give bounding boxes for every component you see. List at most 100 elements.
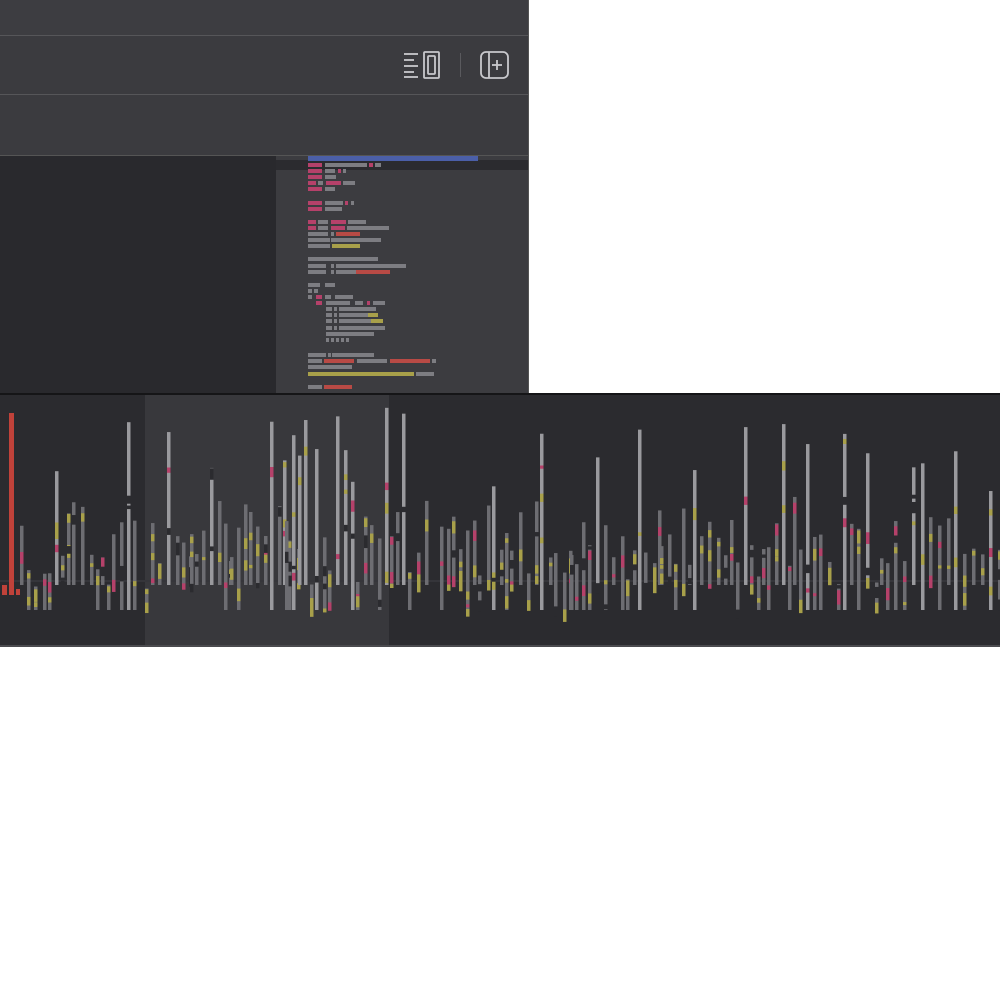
minimap-code-segment — [368, 313, 378, 317]
timeline-mark — [385, 482, 389, 491]
minimap-code-segment — [348, 220, 366, 224]
timeline-mark — [440, 561, 444, 566]
timeline-mark — [176, 542, 180, 556]
timeline-mark — [730, 547, 734, 553]
timeline-mark — [535, 565, 539, 574]
timeline-mark — [364, 535, 368, 549]
editor-area[interactable] — [0, 156, 276, 393]
timeline-mark — [843, 438, 847, 444]
timeline-mark — [972, 550, 976, 556]
minimap-code-segment — [308, 226, 316, 230]
timeline-bar — [315, 449, 319, 610]
timeline-bar — [921, 463, 925, 610]
timeline-mark — [886, 588, 890, 601]
timeline-mark — [843, 518, 847, 528]
timeline-mark — [875, 602, 879, 614]
timeline-mark — [604, 604, 608, 610]
minimap-code-segment — [308, 365, 352, 369]
add-editor-button[interactable] — [478, 50, 518, 82]
timeline-mark — [27, 596, 31, 606]
minimap-code-segment — [432, 359, 436, 363]
timeline-mark — [762, 554, 766, 558]
timeline-mark — [929, 575, 933, 589]
timeline-bar — [604, 525, 608, 610]
timeline-mark — [588, 546, 592, 550]
minimap-code-segment — [390, 359, 430, 363]
timeline-mark — [278, 507, 282, 517]
timeline-mark — [750, 584, 754, 595]
minimap-code-segment — [339, 319, 375, 323]
timeline-mark — [843, 496, 847, 505]
inspector-layout-icon — [404, 51, 440, 79]
timeline-mark — [963, 593, 967, 606]
timeline-mark — [244, 560, 248, 571]
timeline-mark — [195, 561, 199, 567]
timeline-mark — [127, 505, 131, 510]
minimap-code-segment — [367, 301, 370, 305]
timeline-bar — [16, 589, 20, 595]
timeline-bar — [757, 576, 761, 610]
minimap-code-segment — [356, 270, 390, 274]
timeline-mark — [903, 576, 907, 583]
timeline-mark — [473, 565, 477, 578]
timeline-bar — [644, 552, 648, 585]
timeline-bar — [90, 554, 94, 585]
timeline-mark — [288, 561, 292, 572]
timeline-mark — [158, 563, 162, 575]
minimap-code-segment — [326, 338, 329, 342]
minimap[interactable] — [276, 156, 528, 393]
timeline-mark — [417, 574, 421, 587]
timeline-mark — [72, 515, 76, 525]
timeline-mark — [145, 589, 149, 595]
timeline-bar — [947, 518, 951, 585]
timeline-bar — [762, 549, 766, 585]
tab-bar — [0, 95, 528, 156]
timeline-bar — [278, 506, 282, 585]
timeline-mark — [396, 533, 400, 542]
timeline-mark — [344, 524, 348, 532]
minimap-code-segment — [338, 169, 341, 173]
minimap-code-segment — [334, 313, 337, 317]
timeline-mark — [660, 573, 664, 584]
timeline-bar — [292, 435, 296, 610]
timeline-bar — [621, 536, 625, 610]
minimap-code-segment — [331, 220, 346, 224]
activity-timeline[interactable] — [0, 393, 1000, 647]
timeline-mark — [660, 558, 664, 565]
timeline-mark — [954, 506, 958, 514]
timeline-mark — [575, 596, 579, 601]
timeline-mark — [767, 585, 771, 590]
timeline-mark — [230, 568, 234, 580]
timeline-mark — [466, 591, 470, 600]
minimap-code-segment — [336, 338, 339, 342]
toggle-inspector-button[interactable] — [400, 50, 440, 82]
minimap-code-segment — [326, 307, 332, 311]
timeline-mark — [793, 502, 797, 514]
minimap-code-segment — [308, 163, 322, 167]
timeline-mark — [921, 554, 925, 565]
timeline-bar — [9, 413, 14, 595]
timeline-mark — [500, 568, 504, 577]
timeline-mark — [55, 527, 59, 539]
minimap-code-segment — [357, 359, 387, 363]
timeline-mark — [674, 579, 678, 588]
timeline-mark — [866, 532, 870, 544]
timeline-mark — [903, 602, 907, 606]
minimap-code-segment — [308, 169, 322, 173]
timeline-mark — [466, 604, 470, 608]
timeline-mark — [20, 552, 24, 564]
timeline-mark — [912, 494, 916, 499]
timeline-mark — [510, 583, 514, 592]
timeline-bar — [127, 422, 131, 610]
minimap-code-segment — [331, 264, 334, 268]
timeline-mark — [310, 598, 314, 606]
timeline-mark — [837, 597, 841, 605]
timeline-mark — [452, 521, 456, 534]
timeline-bar — [563, 572, 567, 610]
minimap-code-segment — [308, 175, 322, 179]
minimap-code-segment — [308, 232, 328, 236]
timeline-mark — [385, 571, 389, 583]
timeline-bar — [866, 453, 870, 585]
timeline-mark — [249, 564, 253, 569]
minimap-code-segment — [416, 372, 434, 376]
